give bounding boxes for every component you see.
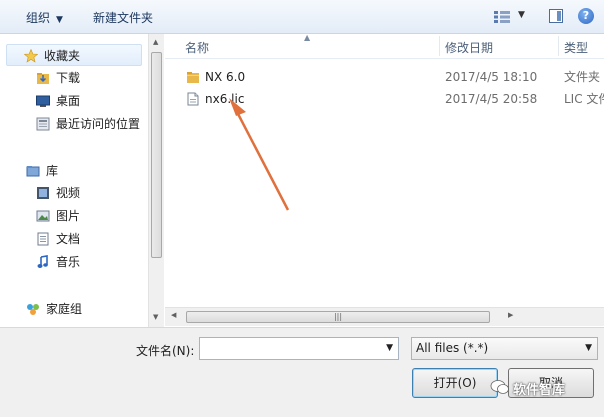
- folder-icon: [187, 72, 199, 83]
- navigation-pane: 收藏夹 下载 桌面 最近访问的位置 库 视频 图片 文档 音乐 家庭组: [0, 34, 148, 327]
- video-icon: [37, 187, 49, 199]
- file-list: ▲ 名称 修改日期 类型 NX 6.0 2017/4/5 18:10 文件夹 n…: [165, 33, 604, 307]
- open-button[interactable]: 打开(O): [412, 368, 498, 398]
- recent-places-icon: [36, 117, 50, 131]
- file-type: LIC 文件: [564, 92, 604, 106]
- scroll-thumb[interactable]: |||: [186, 311, 490, 323]
- view-options-icon[interactable]: [494, 11, 510, 23]
- filetype-value: All files (*.*): [416, 341, 489, 355]
- file-icon: [187, 92, 199, 106]
- document-icon: [37, 232, 49, 246]
- organize-label: 组织: [26, 11, 51, 25]
- library-icon: [26, 166, 40, 177]
- file-type: 文件夹: [564, 70, 601, 84]
- scroll-up-icon[interactable]: ▲: [153, 38, 158, 46]
- sort-ascending-icon: ▲: [304, 33, 311, 42]
- file-list-horizontal-scrollbar[interactable]: ◀ ||| ▶: [165, 307, 604, 326]
- preview-pane-icon[interactable]: [549, 9, 563, 23]
- nav-label: 视频: [56, 186, 81, 200]
- scroll-thumb[interactable]: [151, 52, 162, 258]
- scroll-down-icon[interactable]: ▼: [153, 313, 158, 321]
- star-icon: [24, 49, 38, 63]
- nav-label: 音乐: [56, 255, 81, 269]
- wechat-logo-icon: [490, 380, 509, 394]
- dialog-bottom-panel: 文件名(N): ▼ All files (*.*) ▼ 打开(O) 取消: [0, 327, 604, 417]
- file-name: nx6.lic: [205, 92, 245, 106]
- new-folder-button[interactable]: 新建文件夹: [93, 9, 153, 27]
- file-date: 2017/4/5 18:10: [445, 70, 538, 84]
- chevron-down-icon: ▼: [56, 15, 63, 25]
- nav-label: 桌面: [56, 94, 81, 108]
- scroll-right-icon[interactable]: ▶: [508, 311, 513, 319]
- homegroup-icon: [27, 304, 39, 315]
- column-divider[interactable]: [439, 36, 440, 56]
- column-header-row: ▲ 名称 修改日期 类型: [165, 33, 604, 59]
- view-dropdown-icon[interactable]: ▼: [518, 10, 525, 20]
- desktop-icon: [36, 95, 50, 107]
- watermark-text: 软件智库: [513, 383, 566, 398]
- chevron-down-icon[interactable]: ▼: [386, 343, 393, 353]
- nav-vertical-scrollbar[interactable]: ▲ ▼: [148, 34, 164, 327]
- filename-input[interactable]: ▼: [199, 337, 399, 360]
- music-icon: [37, 255, 48, 268]
- file-date: 2017/4/5 20:58: [445, 92, 538, 106]
- picture-icon: [36, 210, 50, 222]
- nav-label: 下载: [56, 71, 81, 85]
- column-header-modified[interactable]: 修改日期: [445, 39, 493, 56]
- filename-label: 文件名(N):: [136, 344, 195, 358]
- column-header-type[interactable]: 类型: [564, 39, 588, 56]
- download-folder-icon: [37, 73, 49, 84]
- column-divider[interactable]: [558, 36, 559, 56]
- nav-label: 文档: [56, 232, 81, 246]
- chevron-down-icon[interactable]: ▼: [585, 343, 592, 353]
- scroll-left-icon[interactable]: ◀: [171, 311, 176, 319]
- organize-menu-button[interactable]: 组织 ▼: [26, 9, 63, 27]
- toolbar: 组织 ▼ 新建文件夹 ▼ ?: [0, 0, 604, 34]
- file-name: NX 6.0: [205, 70, 246, 84]
- column-header-name[interactable]: 名称: [185, 39, 209, 56]
- filetype-select[interactable]: All files (*.*) ▼: [411, 337, 598, 360]
- nav-label: 图片: [56, 209, 81, 223]
- nav-label: 库: [46, 164, 59, 178]
- help-icon[interactable]: ?: [578, 8, 594, 24]
- file-row[interactable]: NX 6.0 2017/4/5 18:10 文件夹: [165, 67, 604, 87]
- file-row[interactable]: nx6.lic 2017/4/5 20:58 LIC 文件: [165, 89, 604, 109]
- nav-label: 收藏夹: [44, 49, 81, 63]
- nav-label: 家庭组: [46, 302, 83, 316]
- nav-label: 最近访问的位置: [56, 117, 141, 131]
